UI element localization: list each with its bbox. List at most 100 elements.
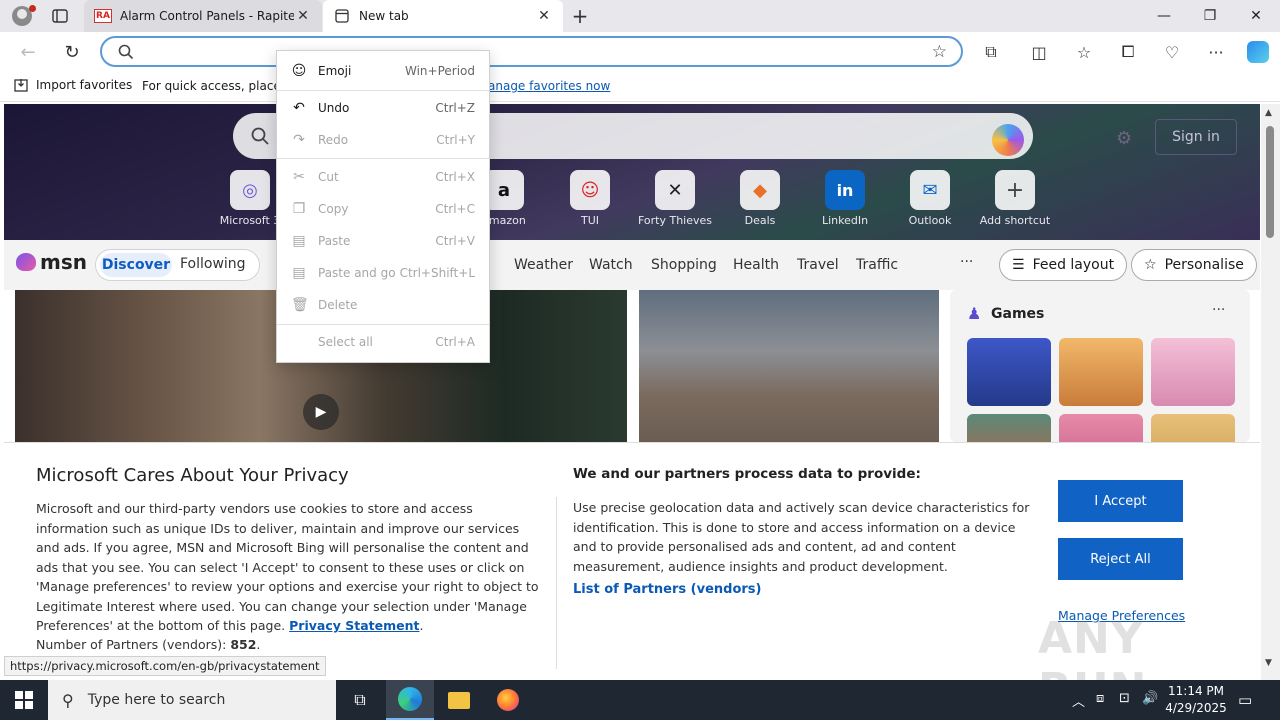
privacy-statement-link[interactable]: Privacy Statement [289, 618, 419, 633]
reject-all-button[interactable]: Reject All [1058, 538, 1183, 580]
shortcut-forty-thieves[interactable]: ✕ Forty Thieves [633, 170, 717, 227]
notifications-icon[interactable]: ▭ [1238, 691, 1252, 709]
menu-item-select-all[interactable]: Select all Ctrl+A [277, 327, 489, 357]
profile-button[interactable] [0, 0, 44, 32]
extensions-button[interactable]: ⧉ [977, 38, 1005, 66]
shortcut-add[interactable]: + Add shortcut [973, 170, 1057, 227]
volume-icon[interactable]: 🔊 [1142, 691, 1158, 706]
start-button[interactable] [0, 680, 48, 720]
taskbar-search-box[interactable]: ⚲ Type here to search [48, 680, 336, 720]
minimize-button[interactable]: — [1141, 0, 1187, 32]
menu-item-redo[interactable]: ↷ Redo Ctrl+Y [277, 125, 489, 155]
address-bar[interactable]: ☆ [100, 36, 963, 67]
game-tile-bubble-shooter[interactable] [967, 338, 1051, 406]
collections-button[interactable]: ⧠ [1114, 38, 1142, 66]
msn-logo[interactable]: msn [16, 250, 87, 274]
favorites-bar: Import favorites For quick access, place… [0, 72, 1280, 102]
browser-essentials-button[interactable]: ♡ [1158, 38, 1186, 66]
menu-item-copy[interactable]: ❐ Copy Ctrl+C [277, 194, 489, 224]
personalise-button[interactable]: ☆ Personalise [1131, 249, 1257, 281]
back-button[interactable]: ← [12, 36, 44, 68]
more-categories-button[interactable]: ··· [960, 254, 973, 270]
task-view-button[interactable]: ⧉ [336, 680, 384, 720]
scroll-thumb[interactable] [1266, 126, 1274, 238]
address-input[interactable] [142, 42, 902, 62]
menu-item-undo[interactable]: ↶ Undo Ctrl+Z [277, 93, 489, 123]
tab-alarm-control-panels[interactable]: RA Alarm Control Panels - Rapitec ✕ [84, 0, 322, 32]
data-processing-body: Use precise geolocation data and activel… [573, 500, 1030, 574]
category-watch[interactable]: Watch [589, 257, 633, 273]
category-shopping[interactable]: Shopping [651, 257, 717, 273]
import-favorites-button[interactable]: Import favorites [14, 78, 132, 92]
shortcut-deals[interactable]: ◆ Deals [718, 170, 802, 227]
search-icon [118, 44, 134, 60]
network-icon[interactable]: ⊡ [1119, 691, 1130, 706]
menu-item-paste-and-go[interactable]: ▤ Paste and go Ctrl+Shift+L [277, 258, 489, 288]
split-screen-icon: ◫ [1031, 42, 1047, 62]
game-tile[interactable] [1151, 338, 1235, 406]
shortcut-tui[interactable]: ☺ TUI [548, 170, 632, 227]
games-more-button[interactable]: ··· [1212, 302, 1225, 318]
restore-button[interactable]: ❐ [1187, 0, 1233, 32]
refresh-button[interactable]: ↻ [56, 36, 88, 68]
tab-discover[interactable]: Discover [100, 253, 172, 277]
gear-icon[interactable]: ⚙ [1116, 128, 1132, 149]
feed-layout-button[interactable]: ☰ Feed layout [999, 249, 1128, 281]
device-icon[interactable]: ⧈ [1096, 691, 1104, 706]
menu-item-label: Delete [318, 298, 358, 312]
new-tab-button[interactable]: + [566, 0, 594, 32]
menu-item-cut[interactable]: ✂ Cut Ctrl+X [277, 162, 489, 192]
period-text: . [256, 637, 261, 652]
menu-item-paste[interactable]: ▤ Paste Ctrl+V [277, 226, 489, 256]
menu-item-emoji[interactable]: ☺ Emoji Win+Period [277, 56, 489, 86]
clock-date: 4/29/2025 [1165, 701, 1227, 715]
undo-icon: ↶ [293, 100, 305, 116]
game-tile[interactable] [1059, 338, 1143, 406]
scroll-up-arrow-icon[interactable]: ▲ [1265, 108, 1272, 118]
tab-new-tab[interactable]: New tab ✕ [323, 0, 563, 32]
category-weather[interactable]: Weather [514, 257, 573, 273]
taskbar-clock[interactable]: 11:14 PM 4/29/2025 [1164, 683, 1228, 717]
show-hidden-icons-icon[interactable]: ︿ [1072, 691, 1085, 710]
taskbar-edge[interactable] [386, 680, 434, 720]
manage-favorites-link[interactable]: anage favorites now [488, 79, 610, 93]
tab-actions-button[interactable] [44, 0, 76, 32]
category-health[interactable]: Health [733, 257, 779, 273]
copilot-search-icon[interactable] [992, 124, 1024, 156]
taskbar-firefox[interactable] [484, 680, 532, 720]
accept-button[interactable]: I Accept [1058, 480, 1183, 522]
shortcut-outlook[interactable]: ✉ Outlook [888, 170, 972, 227]
menu-item-label: Redo [318, 133, 349, 147]
menu-item-label: Select all [318, 335, 373, 349]
tab-following[interactable]: Following [180, 256, 246, 272]
folder-icon [448, 691, 470, 709]
news-card[interactable] [639, 290, 939, 442]
menu-item-label: Undo [318, 101, 350, 115]
close-tab-icon[interactable]: ✕ [535, 8, 553, 24]
scroll-down-arrow-icon[interactable]: ▼ [1265, 658, 1272, 668]
refresh-icon: ↻ [64, 41, 80, 63]
menu-item-shortcut: Ctrl+Y [436, 133, 475, 147]
page-scrollbar[interactable]: ▲ ▼ [1261, 104, 1280, 680]
menu-item-shortcut: Ctrl+C [435, 202, 475, 216]
settings-more-button[interactable]: ··· [1202, 38, 1230, 66]
play-icon[interactable]: ▶ [303, 394, 339, 430]
favorite-star-icon[interactable]: ☆ [932, 42, 947, 62]
list-of-partners-link[interactable]: List of Partners (vendors) [573, 582, 761, 597]
game-tile[interactable] [1059, 414, 1143, 442]
favorites-button[interactable]: ☆ [1070, 38, 1098, 66]
split-screen-button[interactable]: ◫ [1025, 38, 1053, 66]
context-menu: ☺ Emoji Win+Period ↶ Undo Ctrl+Z ↷ Redo … [276, 50, 490, 363]
copilot-button[interactable] [1244, 38, 1272, 66]
privacy-body: Microsoft and our third-party vendors us… [36, 499, 542, 636]
menu-item-delete[interactable]: 🗑 Delete [277, 290, 489, 320]
taskbar-file-explorer[interactable] [435, 680, 483, 720]
close-window-button[interactable]: ✕ [1233, 0, 1279, 32]
shortcut-linkedin[interactable]: in LinkedIn [803, 170, 887, 227]
category-travel[interactable]: Travel [797, 257, 839, 273]
game-tile[interactable] [1151, 414, 1235, 442]
close-tab-icon[interactable]: ✕ [294, 8, 312, 24]
category-traffic[interactable]: Traffic [856, 257, 898, 273]
sign-in-button[interactable]: Sign in [1155, 119, 1237, 155]
game-tile[interactable] [967, 414, 1051, 442]
